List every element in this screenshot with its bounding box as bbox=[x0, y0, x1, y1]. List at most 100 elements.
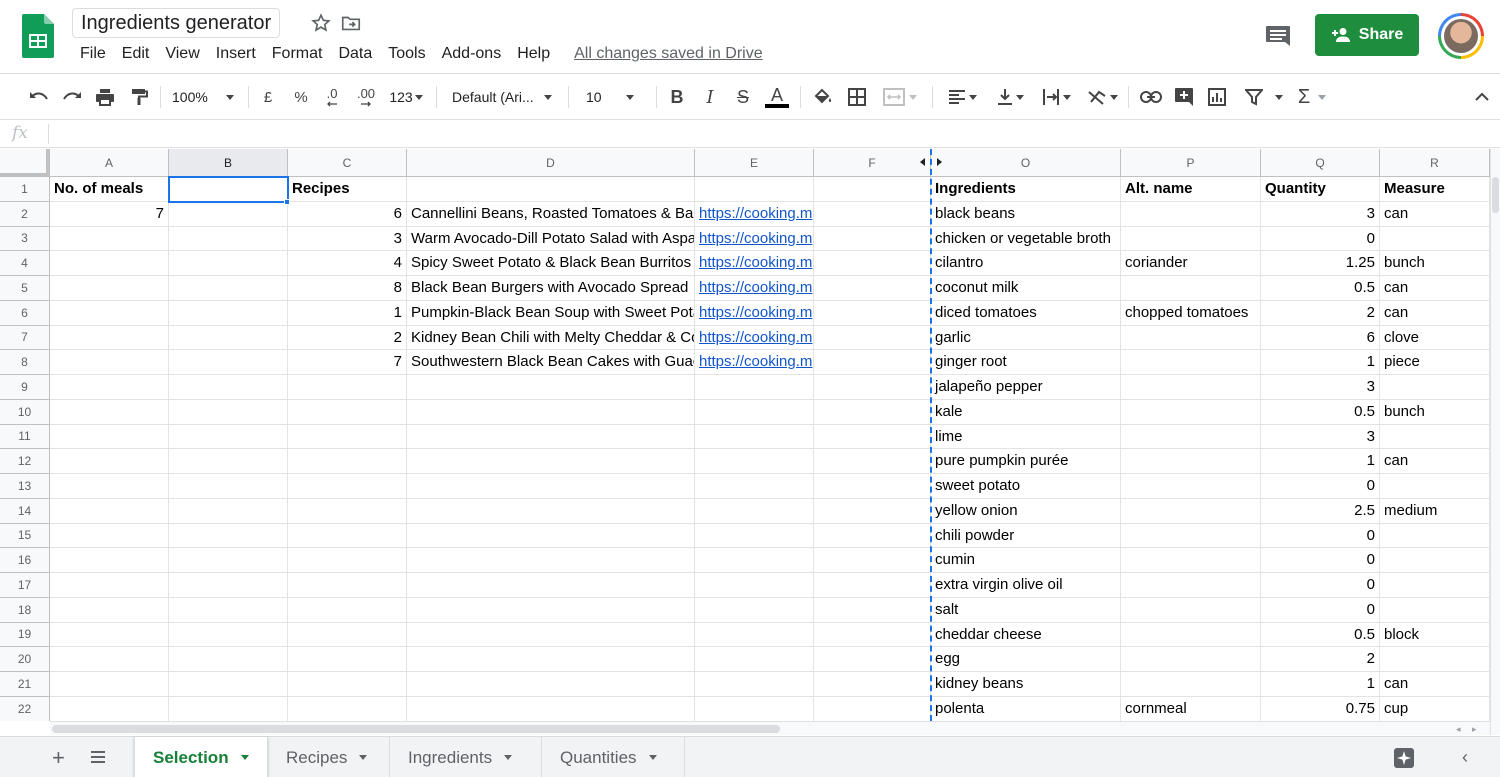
cell-q14[interactable]: 2.5 bbox=[1261, 498, 1380, 524]
cell-c20[interactable] bbox=[288, 647, 407, 672]
cell-o22[interactable]: polenta bbox=[931, 696, 1121, 721]
cell-e2[interactable]: https://cooking.m bbox=[695, 201, 814, 227]
cell-o5[interactable]: coconut milk bbox=[931, 276, 1121, 301]
cell-f11[interactable] bbox=[814, 424, 931, 450]
cell-f5[interactable] bbox=[814, 276, 931, 301]
row-header[interactable]: 13 bbox=[0, 474, 50, 499]
cell-d9[interactable] bbox=[407, 375, 695, 400]
cell-d8[interactable]: Southwestern Black Bean Cakes with Guaca… bbox=[407, 350, 695, 375]
cell-c11[interactable] bbox=[288, 424, 407, 450]
cell-q18[interactable]: 0 bbox=[1261, 597, 1380, 623]
cell-b11[interactable] bbox=[169, 424, 288, 450]
cell-d11[interactable] bbox=[407, 424, 695, 450]
horizontal-scroll-thumb[interactable] bbox=[52, 725, 780, 733]
cell-c10[interactable] bbox=[288, 399, 407, 425]
cell-r7[interactable]: clove bbox=[1380, 325, 1490, 351]
cell-a4[interactable] bbox=[50, 251, 169, 276]
italic-button[interactable]: I bbox=[699, 84, 721, 110]
insert-chart-button[interactable] bbox=[1206, 84, 1228, 110]
menu-help[interactable]: Help bbox=[509, 42, 558, 66]
vertical-align-button[interactable] bbox=[992, 84, 1028, 110]
cell-c9[interactable] bbox=[288, 375, 407, 400]
cell-c15[interactable] bbox=[288, 523, 407, 549]
cell-c7[interactable]: 2 bbox=[288, 325, 407, 351]
cell-c17[interactable] bbox=[288, 573, 407, 598]
cell-o17[interactable]: extra virgin olive oil bbox=[931, 573, 1121, 598]
menu-file[interactable]: File bbox=[72, 42, 114, 66]
cell-e22[interactable] bbox=[695, 696, 814, 721]
row-header[interactable]: 3 bbox=[0, 226, 50, 252]
cell-o9[interactable]: jalapeño pepper bbox=[931, 375, 1121, 400]
menu-format[interactable]: Format bbox=[264, 42, 331, 66]
cell-f19[interactable] bbox=[814, 622, 931, 648]
column-header-p[interactable]: P bbox=[1121, 149, 1261, 177]
cell-c1[interactable]: Recipes bbox=[288, 177, 407, 202]
row-header[interactable]: 19 bbox=[0, 622, 50, 648]
cell-d18[interactable] bbox=[407, 597, 695, 623]
cell-e4[interactable]: https://cooking.m bbox=[695, 251, 814, 276]
cell-f21[interactable] bbox=[814, 672, 931, 697]
cell-p14[interactable] bbox=[1121, 498, 1261, 524]
menu-view[interactable]: View bbox=[157, 42, 207, 66]
cell-a20[interactable] bbox=[50, 647, 169, 672]
cell-e21[interactable] bbox=[695, 672, 814, 697]
cell-p3[interactable] bbox=[1121, 226, 1261, 252]
row-header[interactable]: 15 bbox=[0, 523, 50, 549]
cell-e3[interactable]: https://cooking.m bbox=[695, 226, 814, 252]
save-status[interactable]: All changes saved in Drive bbox=[574, 42, 763, 66]
increase-decimal-button[interactable]: .00 bbox=[352, 84, 380, 110]
cell-r19[interactable]: block bbox=[1380, 622, 1490, 648]
cell-p13[interactable] bbox=[1121, 474, 1261, 499]
cell-q6[interactable]: 2 bbox=[1261, 300, 1380, 326]
cell-b2[interactable] bbox=[169, 201, 288, 227]
column-header-r[interactable]: R bbox=[1380, 149, 1490, 177]
row-header[interactable]: 10 bbox=[0, 399, 50, 425]
cell-a5[interactable] bbox=[50, 276, 169, 301]
cell-p19[interactable] bbox=[1121, 622, 1261, 648]
cell-p10[interactable] bbox=[1121, 399, 1261, 425]
cell-q13[interactable]: 0 bbox=[1261, 474, 1380, 499]
cell-f15[interactable] bbox=[814, 523, 931, 549]
cell-r11[interactable] bbox=[1380, 424, 1490, 450]
cell-r20[interactable] bbox=[1380, 647, 1490, 672]
cell-c19[interactable] bbox=[288, 622, 407, 648]
cell-e1[interactable] bbox=[695, 177, 814, 202]
borders-button[interactable] bbox=[846, 84, 868, 110]
cell-d1[interactable] bbox=[407, 177, 695, 202]
row-header[interactable]: 6 bbox=[0, 300, 50, 326]
strikethrough-button[interactable]: S bbox=[732, 84, 754, 110]
cell-o15[interactable]: chili powder bbox=[931, 523, 1121, 549]
cell-d12[interactable] bbox=[407, 449, 695, 474]
cell-a10[interactable] bbox=[50, 399, 169, 425]
cell-o11[interactable]: lime bbox=[931, 424, 1121, 450]
column-header-q[interactable]: Q bbox=[1261, 149, 1380, 177]
cell-q16[interactable]: 0 bbox=[1261, 548, 1380, 573]
cell-a17[interactable] bbox=[50, 573, 169, 598]
redo-button[interactable] bbox=[61, 84, 83, 110]
cell-f16[interactable] bbox=[814, 548, 931, 573]
cell-c3[interactable]: 3 bbox=[288, 226, 407, 252]
move-to-folder-icon[interactable] bbox=[340, 12, 362, 34]
cell-a15[interactable] bbox=[50, 523, 169, 549]
cell-f8[interactable] bbox=[814, 350, 931, 375]
sheet-tab-ingredients[interactable]: Ingredients bbox=[390, 737, 542, 777]
star-icon[interactable] bbox=[310, 12, 332, 34]
cell-o4[interactable]: cilantro bbox=[931, 251, 1121, 276]
cell-b14[interactable] bbox=[169, 498, 288, 524]
row-header[interactable]: 12 bbox=[0, 449, 50, 474]
cell-e18[interactable] bbox=[695, 597, 814, 623]
cell-e15[interactable] bbox=[695, 523, 814, 549]
cell-a7[interactable] bbox=[50, 325, 169, 351]
cell-a11[interactable] bbox=[50, 424, 169, 450]
menu-data[interactable]: Data bbox=[330, 42, 380, 66]
cell-a22[interactable] bbox=[50, 696, 169, 721]
cell-o21[interactable]: kidney beans bbox=[931, 672, 1121, 697]
cell-e11[interactable] bbox=[695, 424, 814, 450]
cell-d14[interactable] bbox=[407, 498, 695, 524]
cell-o8[interactable]: ginger root bbox=[931, 350, 1121, 375]
cell-p7[interactable] bbox=[1121, 325, 1261, 351]
cell-d3[interactable]: Warm Avocado-Dill Potato Salad with Aspa… bbox=[407, 226, 695, 252]
cell-o2[interactable]: black beans bbox=[931, 201, 1121, 227]
cell-e7[interactable]: https://cooking.m bbox=[695, 325, 814, 351]
cell-q3[interactable]: 0 bbox=[1261, 226, 1380, 252]
